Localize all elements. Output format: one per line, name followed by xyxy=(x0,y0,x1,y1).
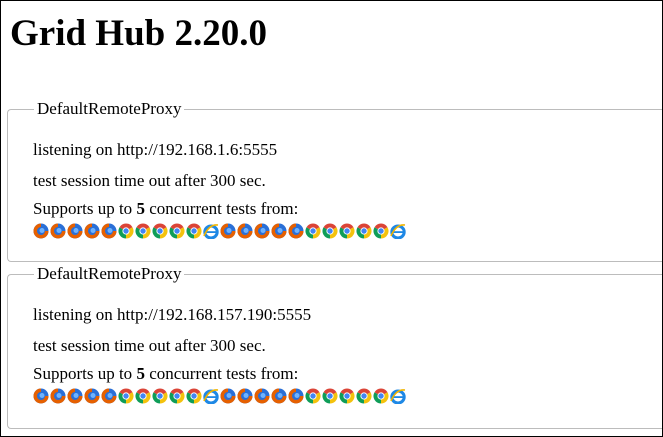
chrome-icon[interactable] xyxy=(152,388,168,404)
chrome-icon[interactable] xyxy=(152,223,168,239)
firefox-icon[interactable] xyxy=(237,388,253,404)
firefox-icon[interactable] xyxy=(220,388,236,404)
chrome-icon[interactable] xyxy=(135,223,151,239)
firefox-icon[interactable] xyxy=(50,388,66,404)
chrome-icon[interactable] xyxy=(169,223,185,239)
chrome-icon[interactable] xyxy=(339,223,355,239)
firefox-icon[interactable] xyxy=(101,388,117,404)
chrome-icon[interactable] xyxy=(305,223,321,239)
chrome-icon[interactable] xyxy=(169,388,185,404)
chrome-icon[interactable] xyxy=(186,223,202,239)
firefox-icon[interactable] xyxy=(67,388,83,404)
browser-icon-row xyxy=(33,221,407,241)
chrome-icon[interactable] xyxy=(373,223,389,239)
chrome-icon[interactable] xyxy=(322,223,338,239)
firefox-icon[interactable] xyxy=(254,388,270,404)
firefox-icon[interactable] xyxy=(67,223,83,239)
capacity-prefix: Supports up to xyxy=(33,364,137,383)
chrome-icon[interactable] xyxy=(118,388,134,404)
internet-explorer-icon[interactable] xyxy=(203,388,219,404)
firefox-icon[interactable] xyxy=(237,223,253,239)
capacity-suffix: concurrent tests from: xyxy=(144,364,299,383)
max-sessions: 5 xyxy=(136,364,145,383)
proxy-fieldset: DefaultRemoteProxy listening on http://1… xyxy=(7,264,662,429)
chrome-icon[interactable] xyxy=(322,388,338,404)
chrome-icon[interactable] xyxy=(118,223,134,239)
firefox-icon[interactable] xyxy=(33,223,49,239)
proxy-capacity: Supports up to 5 concurrent tests from: xyxy=(33,364,298,384)
internet-explorer-icon[interactable] xyxy=(203,223,219,239)
firefox-icon[interactable] xyxy=(271,388,287,404)
firefox-icon[interactable] xyxy=(101,223,117,239)
firefox-icon[interactable] xyxy=(288,223,304,239)
firefox-icon[interactable] xyxy=(288,388,304,404)
max-sessions: 5 xyxy=(136,199,145,218)
chrome-icon[interactable] xyxy=(186,388,202,404)
firefox-icon[interactable] xyxy=(84,223,100,239)
firefox-icon[interactable] xyxy=(84,388,100,404)
firefox-icon[interactable] xyxy=(271,223,287,239)
page-title: Grid Hub 2.20.0 xyxy=(10,13,267,54)
chrome-icon[interactable] xyxy=(339,388,355,404)
capacity-prefix: Supports up to xyxy=(33,199,137,218)
hub-console-page: Grid Hub 2.20.0 DefaultRemoteProxy liste… xyxy=(0,0,663,437)
firefox-icon[interactable] xyxy=(33,388,49,404)
proxy-timeout: test session time out after 300 sec. xyxy=(33,336,266,355)
proxy-timeout: test session time out after 300 sec. xyxy=(33,171,266,190)
proxy-legend: DefaultRemoteProxy xyxy=(34,99,185,119)
chrome-icon[interactable] xyxy=(356,223,372,239)
internet-explorer-icon[interactable] xyxy=(390,223,406,239)
internet-explorer-icon[interactable] xyxy=(390,388,406,404)
firefox-icon[interactable] xyxy=(220,223,236,239)
proxy-capacity: Supports up to 5 concurrent tests from: xyxy=(33,199,298,219)
firefox-icon[interactable] xyxy=(254,223,270,239)
firefox-icon[interactable] xyxy=(50,223,66,239)
proxy-legend: DefaultRemoteProxy xyxy=(34,264,185,284)
chrome-icon[interactable] xyxy=(305,388,321,404)
chrome-icon[interactable] xyxy=(356,388,372,404)
proxy-fieldset: DefaultRemoteProxy listening on http://1… xyxy=(7,99,662,262)
capacity-suffix: concurrent tests from: xyxy=(144,199,299,218)
browser-icon-row xyxy=(33,386,407,406)
proxy-listening-url: listening on http://192.168.157.190:5555 xyxy=(33,305,312,324)
chrome-icon[interactable] xyxy=(373,388,389,404)
proxy-listening-url: listening on http://192.168.1.6:5555 xyxy=(33,140,278,159)
chrome-icon[interactable] xyxy=(135,388,151,404)
